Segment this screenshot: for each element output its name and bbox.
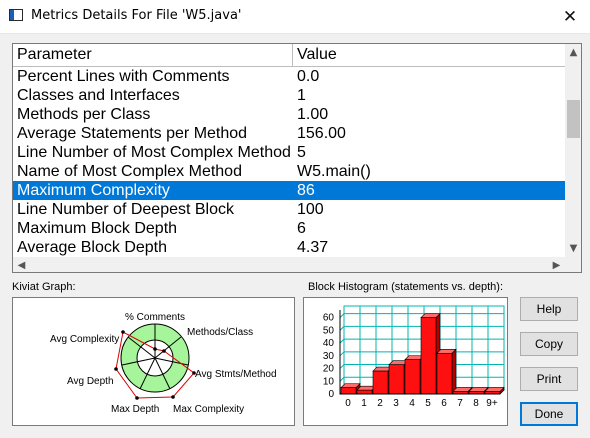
value-cell: 0.0: [297, 68, 320, 85]
print-button[interactable]: Print: [520, 367, 578, 391]
value-cell: 5: [297, 144, 306, 161]
histogram-x-tick: 3: [393, 398, 399, 409]
value-cell: 6: [297, 220, 306, 237]
table-row[interactable]: Maximum Block Depth 6: [13, 219, 565, 238]
horizontal-scrollbar[interactable]: ◀ ▶: [13, 257, 565, 272]
histogram-x-tick: 2: [377, 398, 383, 409]
kiviat-axis-avg-stmts: Avg Stmts/Method: [195, 369, 277, 380]
table-row[interactable]: Average Statements per Method 156.00: [13, 124, 565, 143]
parameter-cell: Line Number of Deepest Block: [17, 201, 234, 218]
histogram-gridline-side: [339, 364, 345, 369]
scrollbar-corner: [565, 257, 581, 272]
column-header-value[interactable]: Value: [293, 44, 565, 66]
histogram-bar-side: [451, 348, 457, 395]
histogram-bar: [388, 364, 405, 395]
kiviat-axis-avg-depth: Avg Depth: [67, 376, 114, 387]
histogram-y-tick: 10: [323, 376, 335, 387]
value-cell: 156.00: [297, 125, 346, 142]
histogram-bar: [372, 370, 389, 395]
table-row[interactable]: Maximum Complexity 86: [13, 181, 565, 200]
vertical-scroll-thumb[interactable]: [567, 100, 580, 138]
column-header-parameter[interactable]: Parameter: [13, 44, 293, 66]
histogram-x-tick: 0: [345, 398, 351, 409]
kiviat-graph: % Comments Methods/Class Avg Stmts/Metho…: [12, 297, 295, 426]
histogram-x-tick: 6: [441, 398, 447, 409]
table-row[interactable]: Classes and Interfaces 1: [13, 86, 565, 105]
histogram-x-tick: 9+: [486, 398, 498, 409]
histogram-label: Block Histogram (statements vs. depth):: [308, 281, 504, 293]
table-row[interactable]: Line Number of Deepest Block 100: [13, 200, 565, 219]
close-button[interactable]: ✕: [556, 6, 584, 28]
histogram-bar: [340, 387, 357, 395]
kiviat-axis-comments: % Comments: [125, 312, 185, 323]
scroll-left-arrow-icon[interactable]: ◀: [13, 257, 30, 272]
metrics-table: Parameter Value Percent Lines with Comme…: [12, 43, 582, 273]
kiviat-axis-max-complexity: Max Complexity: [173, 404, 244, 415]
table-row[interactable]: Average Block Depth 4.37: [13, 238, 565, 257]
histogram-x-tick: 1: [361, 398, 367, 409]
value-cell: W5.main(): [297, 163, 371, 180]
histogram-gridline-side: [339, 351, 345, 357]
histogram-bar: [420, 317, 437, 395]
kiviat-svg: % Comments Methods/Class Avg Stmts/Metho…: [50, 312, 277, 415]
window-title: Metrics Details For File 'W5.java': [31, 8, 242, 23]
parameter-cell: Average Block Depth: [17, 239, 168, 256]
scroll-up-arrow-icon[interactable]: ▲: [565, 44, 581, 61]
parameter-cell: Average Statements per Method: [17, 125, 248, 142]
parameter-cell: Line Number of Most Complex Method: [17, 144, 291, 161]
vertical-scrollbar[interactable]: ▲ ▼: [565, 44, 581, 257]
histogram-gridline-side: [339, 338, 345, 344]
kiviat-axis-avg-complexity: Avg Complexity: [50, 334, 119, 345]
value-cell: 1: [297, 87, 306, 104]
histogram-gridline-side: [339, 313, 345, 318]
title-bar: Metrics Details For File 'W5.java' ✕: [0, 0, 590, 34]
parameter-cell: Methods per Class: [17, 106, 151, 123]
histogram-gridline-side: [339, 376, 345, 382]
histogram-y-tick: 0: [328, 389, 334, 400]
value-cell: 4.37: [297, 239, 329, 256]
histogram-gridline-side: [339, 326, 345, 331]
window-icon: [9, 9, 23, 21]
histogram-x-tick: 7: [457, 398, 463, 409]
value-cell: 1.00: [297, 106, 329, 123]
help-button[interactable]: Help: [520, 297, 578, 321]
kiviat-label: Kiviat Graph:: [12, 281, 76, 293]
table-row[interactable]: Methods per Class 1.00: [13, 105, 565, 124]
kiviat-axis-methods-class: Methods/Class: [187, 327, 253, 338]
histogram-y-tick: 50: [323, 325, 335, 336]
parameter-cell: Maximum Complexity: [17, 182, 170, 199]
histogram-bar: [404, 359, 421, 395]
table-row[interactable]: Name of Most Complex Method W5.main(): [13, 162, 565, 181]
histogram-y-tick: 60: [323, 313, 335, 324]
parameter-cell: Classes and Interfaces: [17, 87, 180, 104]
histogram-bar: [356, 389, 373, 395]
table-header: Parameter Value: [13, 44, 565, 67]
table-rows: Percent Lines with Comments 0.0 Classes an…: [13, 67, 565, 257]
parameter-cell: Percent Lines with Comments: [17, 68, 230, 85]
histogram-x-tick: 4: [409, 398, 415, 409]
scroll-right-arrow-icon[interactable]: ▶: [548, 257, 565, 272]
parameter-cell: Maximum Block Depth: [17, 220, 178, 237]
block-histogram: 0 10 20 30 40 50 60 0 1 2 3 4 5 6 7 8 9+: [303, 297, 508, 426]
histogram-bar: [436, 352, 453, 395]
histogram-y-tick: 30: [323, 351, 335, 362]
table-row[interactable]: Percent Lines with Comments 0.0: [13, 67, 565, 86]
done-button[interactable]: Done: [520, 402, 578, 426]
value-cell: 100: [297, 201, 324, 218]
copy-button[interactable]: Copy: [520, 332, 578, 356]
parameter-cell: Name of Most Complex Method: [17, 163, 242, 180]
histogram-svg: 01020304050600 1 2 3 4 5 6 7 8 9+: [323, 305, 506, 409]
table-row[interactable]: Line Number of Most Complex Method 5: [13, 143, 565, 162]
value-cell: 86: [297, 182, 315, 199]
histogram-y-tick: 20: [323, 364, 335, 375]
scroll-down-arrow-icon[interactable]: ▼: [565, 240, 581, 257]
histogram-x-tick: 5: [425, 398, 431, 409]
histogram-y-tick: 40: [323, 338, 335, 349]
kiviat-axis-max-depth: Max Depth: [111, 404, 159, 415]
histogram-x-tick: 8: [473, 398, 479, 409]
